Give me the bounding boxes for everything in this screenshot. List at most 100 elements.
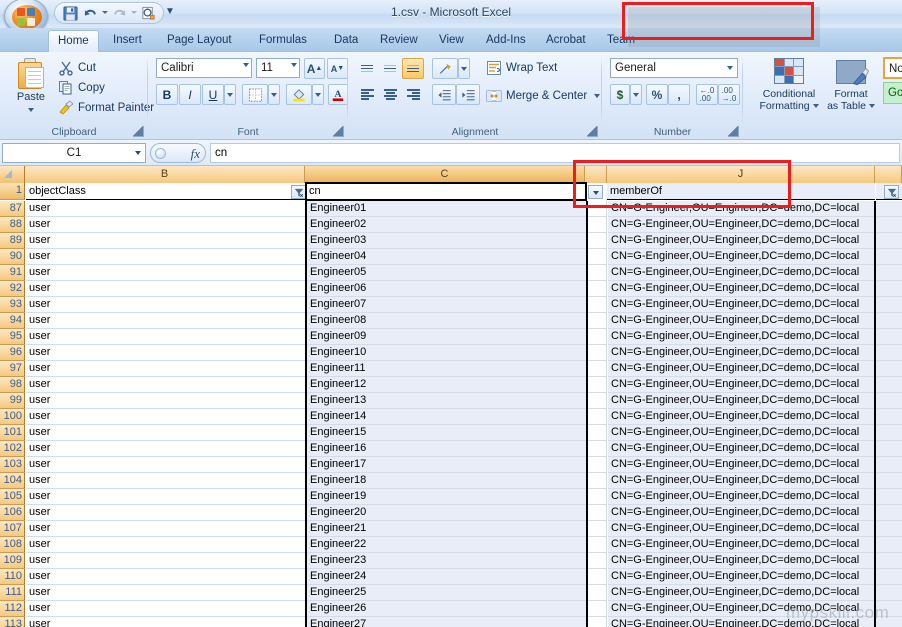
cell-overflow[interactable] bbox=[876, 217, 902, 233]
cell-objectclass[interactable]: user bbox=[26, 601, 305, 617]
cell-overflow[interactable] bbox=[876, 441, 902, 457]
row-header[interactable]: 113 bbox=[0, 617, 25, 627]
currency-button[interactable]: $ bbox=[610, 84, 630, 105]
align-top-button[interactable] bbox=[356, 58, 378, 79]
cell-overflow[interactable] bbox=[876, 425, 902, 441]
select-all-button[interactable] bbox=[0, 166, 25, 183]
formula-input[interactable]: cn bbox=[210, 143, 900, 163]
row-header[interactable]: 104 bbox=[0, 473, 25, 489]
borders-dropdown-icon[interactable] bbox=[268, 84, 280, 105]
cell-objectclass[interactable]: user bbox=[26, 473, 305, 489]
cell-objectclass[interactable]: user bbox=[26, 457, 305, 473]
row-header[interactable]: 94 bbox=[0, 313, 25, 329]
tab-data[interactable]: Data bbox=[325, 30, 367, 52]
cell-objectclass[interactable]: user bbox=[26, 265, 305, 281]
italic-button[interactable]: I bbox=[179, 84, 201, 105]
row-header[interactable]: 111 bbox=[0, 585, 25, 601]
font-color-button[interactable]: A bbox=[328, 84, 348, 105]
borders-button[interactable] bbox=[242, 84, 268, 105]
cell-overflow[interactable] bbox=[876, 345, 902, 361]
cell-memberof[interactable]: CN=G-Engineer,OU=Engineer,DC=demo,DC=loc… bbox=[608, 473, 874, 489]
cell-gap[interactable] bbox=[588, 473, 606, 489]
cell-overflow[interactable] bbox=[876, 201, 902, 217]
column-header-b[interactable]: B bbox=[25, 166, 305, 183]
cell-memberof[interactable]: CN=G-Engineer,OU=Engineer,DC=demo,DC=loc… bbox=[608, 441, 874, 457]
cell-memberof[interactable]: CN=G-Engineer,OU=Engineer,DC=demo,DC=loc… bbox=[608, 489, 874, 505]
clipboard-dialog-launcher[interactable] bbox=[133, 126, 144, 137]
cell-objectclass[interactable]: user bbox=[26, 553, 305, 569]
cell-memberof[interactable]: CN=G-Engineer,OU=Engineer,DC=demo,DC=loc… bbox=[608, 393, 874, 409]
percent-style-button[interactable]: % bbox=[646, 84, 668, 105]
number-dialog-launcher[interactable] bbox=[728, 126, 739, 137]
cell-objectclass[interactable]: user bbox=[26, 569, 305, 585]
merge-center-dropdown-icon[interactable] bbox=[594, 93, 601, 98]
cell-cn[interactable]: Engineer25 bbox=[307, 585, 586, 601]
cell-gap[interactable] bbox=[588, 569, 606, 585]
cell-cn[interactable]: Engineer09 bbox=[307, 329, 586, 345]
row-header-1[interactable]: 1 bbox=[0, 183, 25, 200]
underline-dropdown-icon[interactable] bbox=[224, 84, 236, 105]
row-header[interactable]: 90 bbox=[0, 249, 25, 265]
filter-button-partial[interactable] bbox=[884, 185, 899, 199]
number-format-dropdown-icon[interactable] bbox=[727, 66, 733, 70]
cell-gap[interactable] bbox=[588, 233, 606, 249]
cell-style-good[interactable]: Goo bbox=[883, 82, 902, 104]
conditional-formatting-button[interactable]: Conditional Formatting bbox=[757, 58, 821, 112]
paste-button[interactable]: Paste bbox=[8, 56, 54, 118]
bold-button[interactable]: B bbox=[156, 84, 178, 105]
row-header[interactable]: 98 bbox=[0, 377, 25, 393]
cell-memberof[interactable]: CN=G-Engineer,OU=Engineer,DC=demo,DC=loc… bbox=[608, 585, 874, 601]
cell-cn[interactable]: Engineer26 bbox=[307, 601, 586, 617]
cell-cn[interactable]: Engineer05 bbox=[307, 265, 586, 281]
cell-overflow[interactable] bbox=[876, 265, 902, 281]
cell-overflow[interactable] bbox=[876, 409, 902, 425]
decrease-indent-button[interactable] bbox=[432, 84, 456, 105]
row-header[interactable]: 92 bbox=[0, 281, 25, 297]
align-left-button[interactable] bbox=[356, 84, 378, 105]
row-header[interactable]: 109 bbox=[0, 553, 25, 569]
column-header-partial[interactable] bbox=[875, 166, 902, 183]
orientation-button[interactable] bbox=[432, 58, 458, 79]
cell-overflow[interactable] bbox=[876, 585, 902, 601]
align-middle-button[interactable] bbox=[379, 58, 401, 79]
cell-gap[interactable] bbox=[588, 505, 606, 521]
cell-memberof[interactable]: CN=G-Engineer,OU=Engineer,DC=demo,DC=loc… bbox=[608, 361, 874, 377]
cell-memberof[interactable]: CN=G-Engineer,OU=Engineer,DC=demo,DC=loc… bbox=[608, 265, 874, 281]
cell-cn[interactable]: Engineer03 bbox=[307, 233, 586, 249]
insert-function-icon[interactable]: fx bbox=[191, 146, 200, 162]
font-size-dropdown-icon[interactable] bbox=[291, 63, 297, 67]
row-header[interactable]: 89 bbox=[0, 233, 25, 249]
fill-color-button[interactable] bbox=[286, 84, 312, 105]
cell-cn[interactable]: Engineer24 bbox=[307, 569, 586, 585]
cell-objectclass[interactable]: user bbox=[26, 409, 305, 425]
cell-memberof[interactable]: CN=G-Engineer,OU=Engineer,DC=demo,DC=loc… bbox=[608, 233, 874, 249]
cell-cn[interactable]: Engineer14 bbox=[307, 409, 586, 425]
cell-cn[interactable]: Engineer27 bbox=[307, 617, 586, 627]
cell-objectclass[interactable]: user bbox=[26, 617, 305, 627]
cell-objectclass[interactable]: user bbox=[26, 313, 305, 329]
row-header[interactable]: 87 bbox=[0, 201, 25, 217]
cell-gap[interactable] bbox=[588, 457, 606, 473]
row-header[interactable]: 95 bbox=[0, 329, 25, 345]
cell-gap[interactable] bbox=[588, 217, 606, 233]
cell-objectclass[interactable]: user bbox=[26, 585, 305, 601]
cell-cn[interactable]: Engineer16 bbox=[307, 441, 586, 457]
cell-objectclass[interactable]: user bbox=[26, 329, 305, 345]
tab-formulas[interactable]: Formulas bbox=[250, 30, 316, 52]
cell-gap[interactable] bbox=[588, 601, 606, 617]
cell-cn[interactable]: Engineer11 bbox=[307, 361, 586, 377]
cell-objectclass[interactable]: user bbox=[26, 377, 305, 393]
cell-memberof[interactable]: CN=G-Engineer,OU=Engineer,DC=demo,DC=loc… bbox=[608, 249, 874, 265]
row-header[interactable]: 112 bbox=[0, 601, 25, 617]
cell-objectclass[interactable]: user bbox=[26, 441, 305, 457]
cell-gap[interactable] bbox=[588, 361, 606, 377]
cell-gap[interactable] bbox=[588, 425, 606, 441]
cell-cn[interactable]: Engineer04 bbox=[307, 249, 586, 265]
cell-overflow[interactable] bbox=[876, 393, 902, 409]
cell-cn[interactable]: Engineer23 bbox=[307, 553, 586, 569]
name-box[interactable]: C1 bbox=[2, 143, 146, 163]
number-format-select[interactable]: General bbox=[610, 58, 738, 78]
font-size-input[interactable]: 11 bbox=[256, 58, 300, 78]
cell-memberof[interactable]: CN=G-Engineer,OU=Engineer,DC=demo,DC=loc… bbox=[608, 313, 874, 329]
tab-review[interactable]: Review bbox=[371, 30, 427, 52]
